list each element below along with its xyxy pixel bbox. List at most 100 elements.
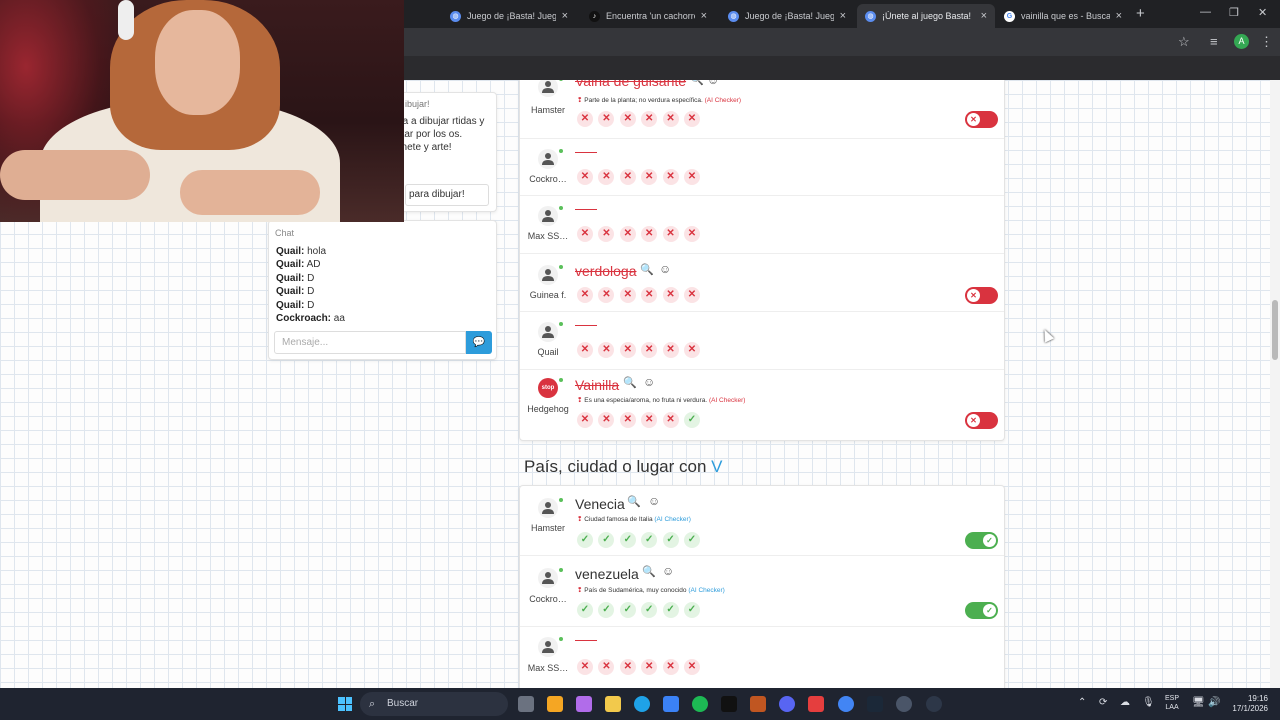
vote-reject-icon[interactable]: ✕ bbox=[619, 226, 636, 242]
vote-accept-icon[interactable]: ✓ bbox=[683, 412, 700, 428]
window-close-icon[interactable]: ✕ bbox=[1258, 6, 1267, 19]
vote-reject-icon[interactable]: ✕ bbox=[641, 169, 658, 185]
vote-accept-icon[interactable]: ✓ bbox=[683, 602, 700, 618]
vote-reject-icon[interactable]: ✕ bbox=[577, 342, 593, 358]
vote-reject-icon[interactable]: ✕ bbox=[619, 169, 636, 185]
vote-reject-icon[interactable]: ✕ bbox=[641, 111, 658, 127]
validity-toggle[interactable]: ✕ bbox=[965, 287, 998, 304]
tray-chevron-icon[interactable]: ⌃ bbox=[1078, 697, 1086, 708]
search-icon[interactable]: 🔍 bbox=[640, 263, 654, 276]
windows-start-icon[interactable] bbox=[338, 697, 352, 711]
vote-reject-icon[interactable]: ✕ bbox=[683, 169, 700, 185]
chat-send-button[interactable]: 💬 bbox=[466, 331, 492, 354]
vote-reject-icon[interactable]: ✕ bbox=[577, 412, 593, 428]
vote-reject-icon[interactable]: ✕ bbox=[662, 659, 679, 675]
discord-icon[interactable] bbox=[779, 696, 795, 712]
vote-accept-icon[interactable]: ✓ bbox=[598, 532, 615, 548]
tray-cloud-icon[interactable]: ☁ bbox=[1120, 697, 1130, 708]
validity-toggle[interactable]: ✕ bbox=[965, 111, 998, 128]
edge-icon[interactable] bbox=[634, 696, 650, 712]
vote-reject-icon[interactable]: ✕ bbox=[683, 111, 700, 127]
vote-accept-icon[interactable]: ✓ bbox=[662, 532, 679, 548]
vote-reject-icon[interactable]: ✕ bbox=[641, 226, 658, 242]
vote-reject-icon[interactable]: ✕ bbox=[577, 111, 593, 127]
chat-message-input[interactable] bbox=[274, 331, 466, 354]
copilot-icon[interactable] bbox=[576, 696, 592, 712]
store-icon[interactable] bbox=[663, 696, 679, 712]
page-scrollbar[interactable] bbox=[1270, 80, 1280, 688]
scroll-thumb[interactable] bbox=[1272, 300, 1278, 360]
vote-reject-icon[interactable]: ✕ bbox=[683, 342, 700, 358]
system-clock[interactable]: 19:16 17/1/2026 bbox=[1224, 694, 1268, 714]
vote-accept-icon[interactable]: ✓ bbox=[619, 532, 636, 548]
vote-reject-icon[interactable]: ✕ bbox=[598, 287, 615, 303]
volume-icon[interactable]: 🔊 bbox=[1208, 697, 1220, 708]
keyboard-language[interactable]: ESP LAA bbox=[1165, 694, 1179, 712]
vote-reject-icon[interactable]: ✕ bbox=[641, 342, 658, 358]
vote-reject-icon[interactable]: ✕ bbox=[619, 111, 636, 127]
minimize-icon[interactable]: — bbox=[1200, 6, 1211, 18]
vote-accept-icon[interactable]: ✓ bbox=[598, 602, 615, 618]
close-icon[interactable]: × bbox=[840, 10, 846, 22]
file-explorer-icon[interactable] bbox=[605, 696, 621, 712]
tab-basta-1[interactable]: ◍ Juego de ¡Basta! Juega Stu × bbox=[442, 4, 576, 28]
close-icon[interactable]: × bbox=[1116, 10, 1122, 22]
menu-icon[interactable]: ⋮ bbox=[1260, 34, 1273, 50]
vote-reject-icon[interactable]: ✕ bbox=[662, 169, 679, 185]
task-view-icon[interactable] bbox=[518, 696, 534, 712]
media-controls-icon[interactable]: ≡ bbox=[1210, 34, 1218, 49]
vote-accept-icon[interactable]: ✓ bbox=[619, 602, 636, 618]
emoji-reaction-icon[interactable]: ☺ bbox=[643, 375, 655, 389]
vote-reject-icon[interactable]: ✕ bbox=[619, 342, 636, 358]
vote-reject-icon[interactable]: ✕ bbox=[577, 226, 593, 242]
vote-reject-icon[interactable]: ✕ bbox=[598, 111, 615, 127]
tab-tiktok[interactable]: ♪ Encuentra 'un cachorro fe × bbox=[581, 4, 715, 28]
vote-reject-icon[interactable]: ✕ bbox=[619, 412, 636, 428]
streaming-app-icon[interactable] bbox=[808, 696, 824, 712]
vote-accept-icon[interactable]: ✓ bbox=[662, 602, 679, 618]
search-icon[interactable]: 🔍 bbox=[690, 80, 704, 86]
chrome-icon[interactable] bbox=[838, 696, 854, 712]
vote-reject-icon[interactable]: ✕ bbox=[662, 287, 679, 303]
vote-reject-icon[interactable]: ✕ bbox=[577, 169, 593, 185]
close-icon[interactable]: × bbox=[981, 10, 987, 22]
restore-icon[interactable]: ❐ bbox=[1229, 6, 1239, 19]
vote-reject-icon[interactable]: ✕ bbox=[619, 287, 636, 303]
vote-reject-icon[interactable]: ✕ bbox=[662, 111, 679, 127]
profile-avatar[interactable]: A bbox=[1234, 34, 1249, 49]
close-icon[interactable]: × bbox=[701, 10, 707, 22]
validity-toggle[interactable]: ✓ bbox=[965, 532, 998, 549]
vote-reject-icon[interactable]: ✕ bbox=[641, 412, 658, 428]
vote-reject-icon[interactable]: ✕ bbox=[662, 412, 679, 428]
tab-basta-2[interactable]: ◍ Juego de ¡Basta! Juega Stu × bbox=[720, 4, 854, 28]
vote-reject-icon[interactable]: ✕ bbox=[683, 226, 700, 242]
search-icon[interactable]: 🔍 bbox=[627, 495, 641, 508]
capcut-icon[interactable] bbox=[721, 696, 737, 712]
vote-reject-icon[interactable]: ✕ bbox=[619, 659, 636, 675]
validity-toggle[interactable]: ✓ bbox=[965, 602, 998, 619]
vlc-icon[interactable] bbox=[547, 696, 563, 712]
app-icon[interactable] bbox=[926, 696, 942, 712]
vote-reject-icon[interactable]: ✕ bbox=[598, 659, 615, 675]
bookmark-star-icon[interactable]: ☆ bbox=[1178, 34, 1190, 50]
emoji-reaction-icon[interactable]: ☺ bbox=[662, 564, 674, 578]
vote-reject-icon[interactable]: ✕ bbox=[641, 287, 658, 303]
vote-accept-icon[interactable]: ✓ bbox=[641, 602, 658, 618]
search-icon[interactable]: 🔍 bbox=[642, 565, 656, 578]
terminal-icon[interactable] bbox=[750, 696, 766, 712]
search-icon[interactable]: 🔍 bbox=[623, 376, 637, 389]
emoji-reaction-icon[interactable]: ☺ bbox=[707, 80, 719, 87]
obs-icon[interactable] bbox=[896, 696, 912, 712]
validity-toggle[interactable]: ✕ bbox=[965, 412, 998, 429]
vote-reject-icon[interactable]: ✕ bbox=[662, 226, 679, 242]
vote-reject-icon[interactable]: ✕ bbox=[683, 287, 700, 303]
network-icon[interactable]: 🖥 bbox=[1192, 697, 1205, 708]
vote-accept-icon[interactable]: ✓ bbox=[577, 602, 593, 618]
spotify-icon[interactable] bbox=[692, 696, 708, 712]
close-icon[interactable]: × bbox=[562, 10, 568, 22]
new-tab-button[interactable]: + bbox=[1136, 5, 1145, 22]
vote-reject-icon[interactable]: ✕ bbox=[577, 659, 593, 675]
taskbar-search[interactable]: ⌕ Buscar bbox=[360, 692, 508, 716]
vote-reject-icon[interactable]: ✕ bbox=[598, 342, 615, 358]
vote-reject-icon[interactable]: ✕ bbox=[598, 226, 615, 242]
